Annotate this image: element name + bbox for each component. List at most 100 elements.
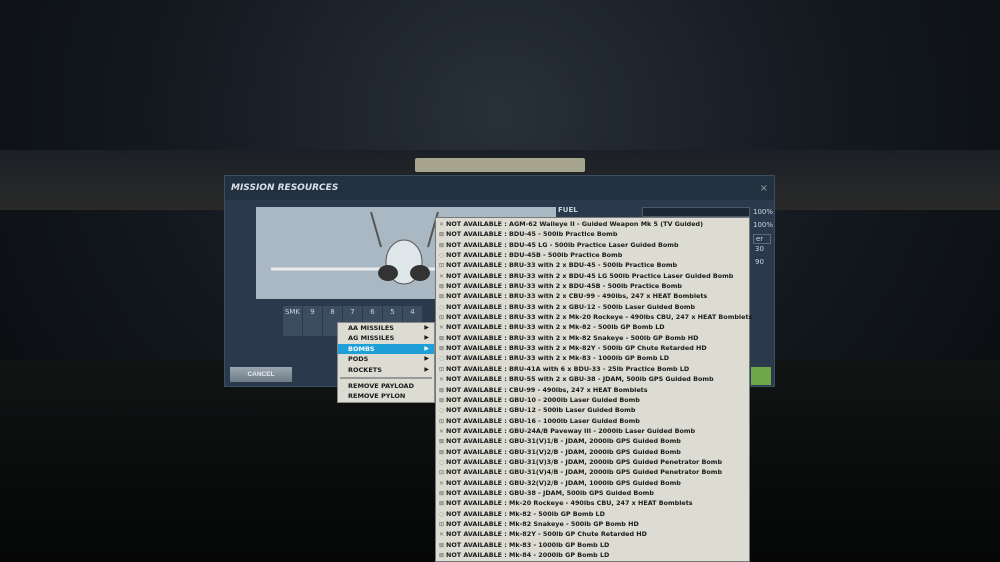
bomb-list-item[interactable]: ⊠ NOT AVAILABLE : Mk-20 Rockeye - 490lbs …	[436, 498, 749, 508]
bomb-list-item[interactable]: ◌ NOT AVAILABLE : BRU-33 with 2 x GBU-12 …	[436, 302, 749, 312]
bomb-list-item[interactable]: ◌ NOT AVAILABLE : GBU-12 - 500lb Laser Gu…	[436, 405, 749, 415]
bomb-list-item[interactable]: ✕ NOT AVAILABLE : BRU-33 with 2 x Mk-82 -…	[436, 322, 749, 332]
bomb-label: NOT AVAILABLE : Mk-82 Snakeye - 500lb GP…	[446, 519, 639, 528]
bomb-label: NOT AVAILABLE : Mk-20 Rockeye - 490lbs C…	[446, 499, 693, 508]
bomb-list-item[interactable]: ✕ NOT AVAILABLE : GBU-32(V)2/B - JDAM, 10…	[436, 478, 749, 488]
bomb-list-item[interactable]: ⊠ NOT AVAILABLE : BDU-45 - 500lb Practice…	[436, 229, 749, 239]
hud-heading-tape	[415, 158, 585, 172]
bomb-list-item[interactable]: ⊠ NOT AVAILABLE : GBU-31(V)2/B - JDAM, 20…	[436, 447, 749, 457]
bomb-list-item[interactable]: ◌ NOT AVAILABLE : GBU-31(V)3/B - JDAM, 20…	[436, 457, 749, 467]
fuel-label: FUEL	[558, 206, 578, 214]
menu-item-bombs[interactable]: BOMBS ▶	[338, 343, 434, 355]
dialog-title: MISSION RESOURCES	[231, 183, 339, 193]
bomb-label: NOT AVAILABLE : BRU-33 with 2 x GBU-12 -…	[446, 302, 696, 311]
weapon-icon: ✕	[439, 376, 445, 384]
bomb-label: NOT AVAILABLE : GBU-31(V)2/B - JDAM, 200…	[446, 447, 681, 456]
bomb-label: NOT AVAILABLE : Mk-82 - 500lb GP Bomb LD	[446, 509, 605, 518]
bomb-label: NOT AVAILABLE : BRU-33 with 2 x BDU-45B …	[446, 282, 682, 291]
bomb-list-item[interactable]: ⊡ NOT AVAILABLE : GBU-16 - 1000lb Laser G…	[436, 416, 749, 426]
bomb-list-item[interactable]: ✕ NOT AVAILABLE : AGM-62 Walleye II - Gui…	[436, 219, 749, 229]
menu-label: PODS	[348, 355, 369, 364]
weapon-icon: ⊠	[439, 552, 445, 559]
bomb-label: NOT AVAILABLE : BRU-33 with 2 x Mk-20 Ro…	[446, 313, 753, 322]
bomb-label: NOT AVAILABLE : BRU-33 with 2 x Mk-82 Sn…	[446, 333, 699, 342]
menu-item-aa-missiles[interactable]: AA MISSILES ▶	[338, 323, 434, 333]
bomb-list-item[interactable]: ⊡ NOT AVAILABLE : BRU-33 with 2 x Mk-20 R…	[436, 312, 753, 322]
fuel-percent: 100%	[753, 208, 774, 216]
bomb-list-item[interactable]: ◌ NOT AVAILABLE : BRU-33 with 2 x Mk-83 -…	[436, 353, 749, 363]
bomb-label: NOT AVAILABLE : GBU-12 - 500lb Laser Gui…	[446, 406, 636, 415]
menu-item-rockets[interactable]: ROCKETS ▶	[338, 365, 434, 375]
bomb-label: NOT AVAILABLE : BRU-33 with 2 x BDU-45 -…	[446, 261, 678, 270]
bomb-label: NOT AVAILABLE : BRU-33 with 2 x CBU-99 -…	[446, 292, 708, 301]
bomb-list-item[interactable]: ✕ NOT AVAILABLE : GBU-24A/B Paveway III -…	[436, 426, 749, 436]
bomb-list-item[interactable]: ⊠ NOT AVAILABLE : Mk-84 - 2000lb GP Bomb …	[436, 550, 749, 560]
bomb-list-item[interactable]: ⊠ NOT AVAILABLE : GBU-10 - 2000lb Laser G…	[436, 395, 749, 405]
pylon-smk[interactable]: SMK	[283, 306, 303, 336]
bomb-label: NOT AVAILABLE : Mk-82Y - 500lb GP Chute …	[446, 530, 647, 539]
bomb-label: NOT AVAILABLE : GBU-38 - JDAM, 500lb GPS…	[446, 488, 654, 497]
menu-separator	[340, 376, 432, 379]
menu-item-remove-pylon[interactable]: REMOVE PYLON	[338, 391, 434, 401]
bomb-label: NOT AVAILABLE : Mk-83 - 1000lb GP Bomb L…	[446, 540, 610, 549]
bomb-label: NOT AVAILABLE : GBU-31(V)4/B - JDAM, 200…	[446, 468, 723, 477]
bomb-list-item[interactable]: ⊠ NOT AVAILABLE : GBU-38 - JDAM, 500lb GP…	[436, 488, 749, 498]
bomb-label: NOT AVAILABLE : GBU-10 - 2000lb Laser Gu…	[446, 395, 640, 404]
bomb-list-item[interactable]: ⊡ NOT AVAILABLE : Mk-82 Snakeye - 500lb G…	[436, 519, 749, 529]
menu-label: BOMBS	[348, 344, 375, 353]
bomb-label: NOT AVAILABLE : BRU-33 with 2 x Mk-83 - …	[446, 354, 670, 363]
value-30: 30	[755, 245, 764, 253]
bomb-list-item[interactable]: ◌ NOT AVAILABLE : Mk-82 - 500lb GP Bomb L…	[436, 509, 749, 519]
submenu-arrow-icon: ▶	[424, 344, 429, 352]
bomb-label: NOT AVAILABLE : GBU-31(V)3/B - JDAM, 200…	[446, 457, 723, 466]
submenu-arrow-icon: ▶	[424, 365, 429, 373]
bomb-list-item[interactable]: ✕ NOT AVAILABLE : Mk-82Y - 500lb GP Chute…	[436, 529, 749, 539]
bomb-list-item[interactable]: ⊠ NOT AVAILABLE : BRU-33 with 2 x Mk-82 S…	[436, 333, 749, 343]
bomb-list-item[interactable]: ⊡ NOT AVAILABLE : BRU-41A with 6 x BDU-33…	[436, 364, 749, 374]
bomb-label: NOT AVAILABLE : BRU-55 with 2 x GBU-38 -…	[446, 375, 714, 384]
bomb-label: NOT AVAILABLE : BDU-45 - 500lb Practice …	[446, 230, 618, 239]
bomb-label: NOT AVAILABLE : GBU-32(V)2/B - JDAM, 100…	[446, 478, 681, 487]
menu-label: ROCKETS	[348, 365, 382, 374]
fuel-slider[interactable]	[642, 207, 750, 217]
bomb-label: NOT AVAILABLE : BRU-33 with 2 x BDU-45 L…	[446, 271, 734, 280]
submenu-arrow-icon: ▶	[424, 324, 429, 331]
ok-button[interactable]	[751, 367, 771, 385]
bomb-list-item[interactable]: ⊠ NOT AVAILABLE : BDU-45 LG - 500lb Pract…	[436, 240, 749, 250]
menu-item-pods[interactable]: PODS ▶	[338, 354, 434, 364]
bomb-label: NOT AVAILABLE : BDU-45 LG - 500lb Practi…	[446, 240, 679, 249]
bomb-label: NOT AVAILABLE : GBU-16 - 1000lb Laser Gu…	[446, 416, 640, 425]
bomb-label: NOT AVAILABLE : BRU-33 with 2 x Mk-82Y -…	[446, 344, 707, 353]
bomb-label: NOT AVAILABLE : GBU-31(V)1/B - JDAM, 200…	[446, 437, 681, 446]
bomb-list-item[interactable]: ✕ NOT AVAILABLE : BRU-55 with 2 x GBU-38 …	[436, 374, 749, 384]
pylon-9[interactable]: 9	[303, 306, 323, 336]
bomb-list-item[interactable]: ⊠ NOT AVAILABLE : CBU-99 - 490lbs, 247 x …	[436, 385, 749, 395]
bomb-list-item[interactable]: ⊠ NOT AVAILABLE : BRU-33 with 2 x Mk-82Y …	[436, 343, 749, 353]
secondary-percent: 100%	[753, 221, 774, 229]
menu-item-remove-payload[interactable]: REMOVE PAYLOAD	[338, 381, 434, 391]
bomb-list-item[interactable]: ⊠ NOT AVAILABLE : BRU-33 with 2 x CBU-99 …	[436, 291, 749, 301]
bomb-list-item[interactable]: ⊠ NOT AVAILABLE : Mk-83 - 1000lb GP Bomb …	[436, 540, 749, 550]
submenu-arrow-icon: ▶	[424, 334, 429, 342]
settings-field[interactable]: er	[753, 234, 771, 244]
dialog-titlebar: MISSION RESOURCES ×	[225, 176, 774, 200]
bomb-list-item[interactable]: ⊠ NOT AVAILABLE : BRU-33 with 2 x BDU-45B…	[436, 281, 749, 291]
close-icon[interactable]: ×	[760, 183, 768, 194]
bomb-list-item[interactable]: ✕ NOT AVAILABLE : BRU-33 with 2 x BDU-45 …	[436, 271, 749, 281]
menu-item-ag-missiles[interactable]: AG MISSILES ▶	[338, 333, 434, 343]
bomb-list-item[interactable]: ⊡ NOT AVAILABLE : BRU-33 with 2 x BDU-45 …	[436, 260, 749, 270]
menu-label: AA MISSILES	[348, 324, 394, 332]
bomb-label: NOT AVAILABLE : CBU-99 - 490lbs, 247 x H…	[446, 385, 648, 394]
bomb-label: NOT AVAILABLE : GBU-24A/B Paveway III - …	[446, 426, 696, 435]
bombs-submenu: ✕ NOT AVAILABLE : AGM-62 Walleye II - Gui…	[435, 217, 753, 562]
bomb-list-item[interactable]: ⊠ NOT AVAILABLE : GBU-31(V)1/B - JDAM, 20…	[436, 436, 749, 446]
bomb-list-item[interactable]: ◌ NOT AVAILABLE : BDU-45B - 500lb Practic…	[436, 250, 749, 260]
value-90: 90	[755, 258, 764, 266]
bomb-label: NOT AVAILABLE : AGM-62 Walleye II - Guid…	[446, 220, 704, 228]
cancel-button[interactable]: CANCEL	[230, 367, 292, 382]
bomb-label: NOT AVAILABLE : BDU-45B - 500lb Practice…	[446, 251, 623, 260]
menu-label: AG MISSILES	[348, 334, 395, 343]
bomb-list-item[interactable]: ⊡ NOT AVAILABLE : GBU-31(V)4/B - JDAM, 20…	[436, 467, 749, 477]
pylon-context-menu: AA MISSILES ▶ AG MISSILES ▶ BOMBS ▶ PODS ▶ R…	[337, 322, 435, 403]
bomb-label: NOT AVAILABLE : BRU-33 with 2 x Mk-82 - …	[446, 323, 665, 332]
